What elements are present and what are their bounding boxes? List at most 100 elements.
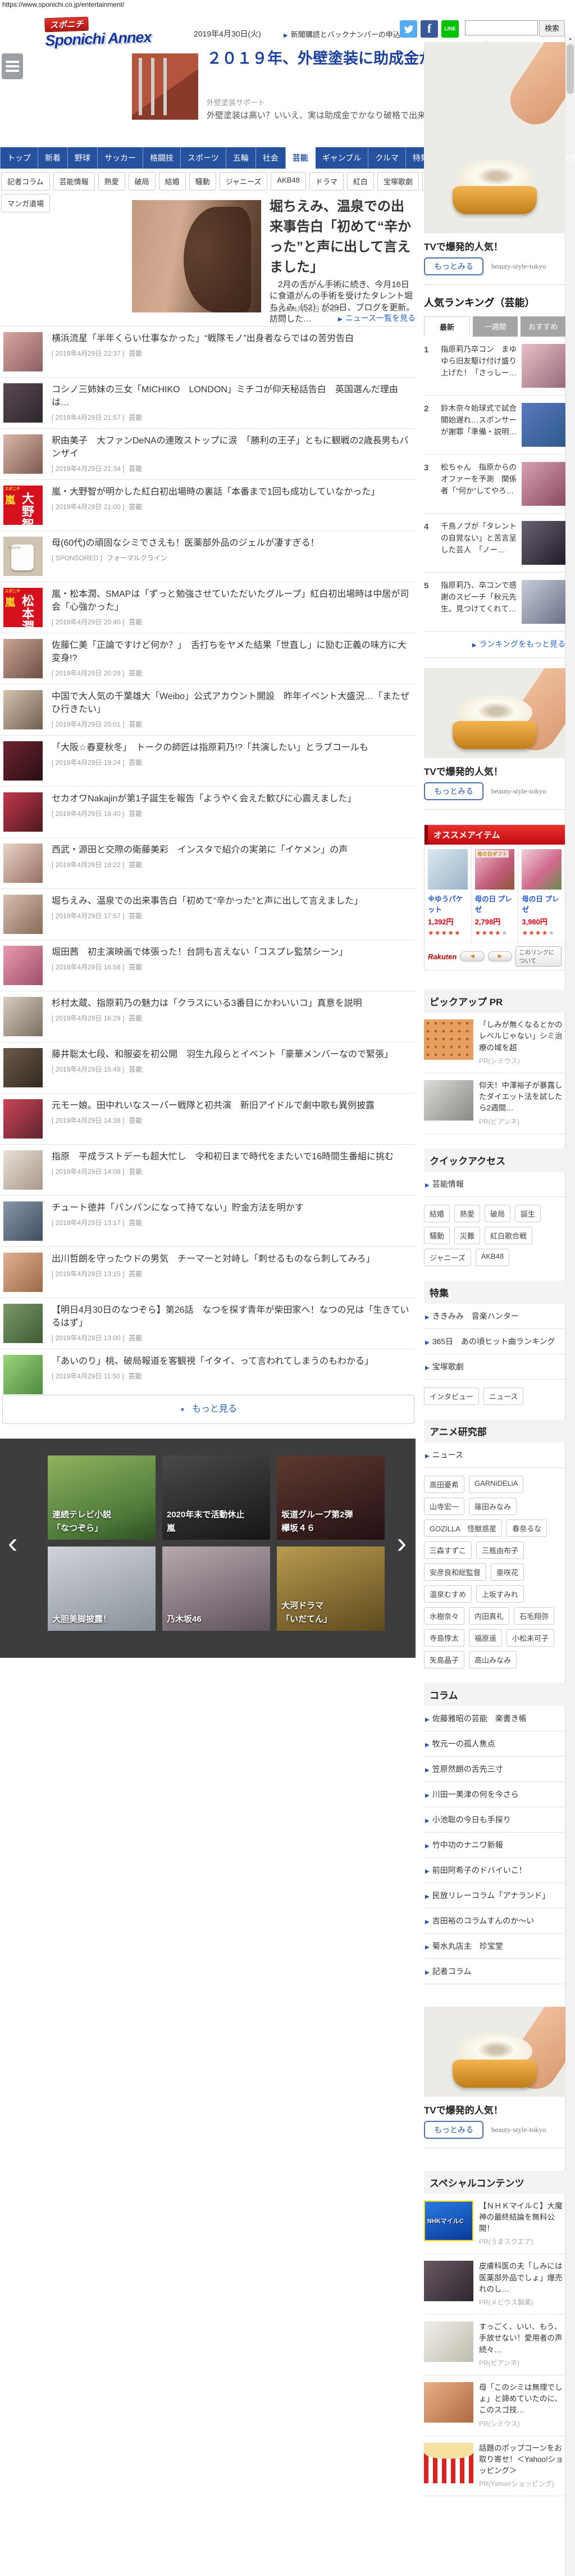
ranking-item-title[interactable]: 千鳥ノブが「タレントの自覚ない」と苦言呈した芸人 「ノー… <box>441 521 517 565</box>
list-item[interactable]: コシノ三姉妹の三女「MICHIKO LONDON」ミチコが仰天秘話告白 英国選ん… <box>0 378 416 429</box>
tag-button[interactable]: 騒動 <box>424 1227 450 1244</box>
tag-button[interactable]: 上坂すみれ <box>476 1585 524 1603</box>
column-link[interactable]: ▶川田一美津の何を今さら <box>424 1782 565 1807</box>
line-icon[interactable]: LINE <box>441 20 459 38</box>
subnav-item[interactable]: ジャニーズ <box>220 172 268 191</box>
article-title[interactable]: 出川哲朗を守ったウドの男気 チーマーと対峙し「刺せるものなら刺してみろ」 <box>52 1253 375 1266</box>
product-card[interactable]: 母の日 プレゼ 3,980円 ★★★★★ <box>518 845 565 942</box>
nav-item-sports[interactable]: スポーツ <box>181 147 226 169</box>
carousel-tile[interactable]: 乃木坂46 <box>162 1546 270 1631</box>
article-title[interactable]: 堀田茜 初主演映画で体張った！台詞も言えない「コスプレ監禁シーン」 <box>52 946 348 959</box>
tag-button[interactable]: AKB48 <box>476 1249 509 1266</box>
nav-item-olympic[interactable]: 五輪 <box>226 147 256 169</box>
nav-item-baseball[interactable]: 野球 <box>68 147 98 169</box>
scrollbar-thumb[interactable] <box>567 44 574 94</box>
ad-more-button[interactable]: もっとみる <box>424 2121 483 2139</box>
nav-item-top[interactable]: トップ <box>0 147 38 169</box>
special-item[interactable]: 母「このシミは無理でしょ」と諦めていたのに、このスゴ技…PR(シミウス) <box>424 2375 565 2436</box>
tag-button[interactable]: GARNiDELiA <box>469 1476 523 1493</box>
anime-news-link[interactable]: ▶ニュース <box>424 1443 565 1468</box>
nav-item-gamble[interactable]: ギャンブル <box>316 147 369 169</box>
subnav-item[interactable]: 結婚 <box>159 172 186 191</box>
product-name[interactable]: 母の日 プレゼ <box>522 893 562 914</box>
list-item[interactable]: 「あいのり」桃、破局報道を客観視「イタイ、って言われてしまうのもわかる」 [ 2… <box>0 1349 416 1400</box>
scrollbar[interactable]: ▲ <box>565 34 575 2576</box>
tag-button[interactable]: 春奈るな <box>506 1520 547 1537</box>
list-item[interactable]: 元モー娘。田中れいなスーパー戦隊と初共演 新旧アイドルで劇中歌も異例披露 [ 2… <box>0 1094 416 1145</box>
list-item-sponsored[interactable]: SimiTRY 母(60代)の頑固なシミでさえも！医薬部外品のジェルが凄すぎる！… <box>0 531 416 582</box>
tag-button[interactable]: 三森すずこ <box>424 1541 472 1559</box>
load-more-button[interactable]: ▼もっと見る <box>2 1395 414 1424</box>
carousel-tile[interactable]: 2020年末で活動休止嵐 <box>162 1455 270 1540</box>
list-item[interactable]: 横浜流星「半年くらい仕事なかった」“戦隊モノ”出身者ならではの苦労告白 [ 20… <box>0 326 416 378</box>
tokushu-link[interactable]: ▶ききみみ 音楽ハンター <box>424 1304 565 1329</box>
article-title[interactable]: 中国で大人気の千葉雄大「Weibo」公式アカウント開設 昨年イベント大盛況…「ま… <box>52 690 412 716</box>
tab-latest[interactable]: 最新 <box>424 316 470 337</box>
tag-button[interactable]: 安彦良和総監督 <box>424 1563 486 1581</box>
ranking-item[interactable]: 5 指原莉乃、卒コンで感謝のスピーチ「秋元先生。見つけてくれて… <box>424 573 565 632</box>
list-item[interactable]: 釈由美子 大ファンDeNAの連敗ストップに涙 「勝利の王子」ともに観戦の2歳長男… <box>0 429 416 480</box>
tag-button[interactable]: 山寺宏一 <box>424 1498 464 1515</box>
subnav-item[interactable]: 芸能情報 <box>53 172 95 191</box>
tag-button[interactable]: 寺島惇太 <box>424 1629 464 1647</box>
nav-item-society[interactable]: 社会 <box>256 147 286 169</box>
article-title[interactable]: 藤井聡太七段、和服姿を初公開 羽生九段らとイベント「豪華メンバーなので緊張」 <box>52 1048 393 1061</box>
ranking-item-title[interactable]: 鈴木奈々始球式で試合開始遅れ…スポンサーが謝罪「準備・説明… <box>441 403 517 447</box>
article-title[interactable]: コシノ三姉妹の三女「MICHIKO LONDON」ミチコが仰天秘話告白 英国選ん… <box>52 383 412 409</box>
tag-button[interactable]: 災難 <box>454 1227 480 1244</box>
pager-prev-button[interactable]: ◀ <box>460 951 484 962</box>
article-title[interactable]: 母(60代)の頑固なシミでさえも！医薬部外品のジェルが凄すぎる！ <box>52 537 319 550</box>
article-title[interactable]: 「あいのり」桃、破局報道を客観視「イタイ、って言われてしまうのもわかる」 <box>52 1355 373 1368</box>
column-link[interactable]: ▶佐藤雅昭の芸能 楽書き帳 <box>424 1706 565 1731</box>
list-item[interactable]: スポニチ 嵐 大野智 嵐・大野智が明かした紅白初出場時の裏話「本番まで1回も成功… <box>0 480 416 531</box>
nav-item-soccer[interactable]: サッカー <box>98 147 143 169</box>
article-title[interactable]: 元モー娘。田中れいなスーパー戦隊と初共演 新旧アイドルで劇中歌も異例披露 <box>52 1099 375 1112</box>
article-title[interactable]: 西武・源田と交際の衛藤美彩 インスタで紹介の実弟に「イケメン」の声 <box>52 843 348 856</box>
tag-button[interactable]: 温泉むすめ <box>424 1585 472 1603</box>
ranking-more-link[interactable]: ▶ランキングをもっと見る <box>424 632 565 658</box>
tag-button[interactable]: 水樹奈々 <box>424 1607 464 1625</box>
twitter-icon[interactable] <box>400 20 417 38</box>
ad-image[interactable] <box>424 2007 565 2097</box>
article-title[interactable]: 釈由美子 大ファンDeNAの連敗ストップに涙 「勝利の王子」ともに観戦の2歳長男… <box>52 434 412 460</box>
facebook-icon[interactable]: f <box>421 20 438 38</box>
subnav-item[interactable]: 記者コラム <box>1 172 50 191</box>
scroll-up-icon[interactable]: ▲ <box>565 34 575 44</box>
ad-image[interactable] <box>424 42 565 233</box>
special-title[interactable]: 【ＮＨＫマイルＣ】大魔神の最終結論を無料公開！PR(うまスクエア) <box>479 2201 565 2247</box>
tag-button[interactable]: 高山みなみ <box>469 1651 517 1668</box>
nav-item-new[interactable]: 新着 <box>38 147 68 169</box>
tag-button[interactable]: 小松未可子 <box>506 1629 554 1647</box>
list-item[interactable]: 杉村太蔵、指原莉乃の魅力は「クラスにいる3番目にかわいいコ」真意を説明 [ 20… <box>0 991 416 1042</box>
tag-button[interactable]: 誕生 <box>515 1205 541 1222</box>
tag-button[interactable]: 矢島晶子 <box>424 1651 464 1668</box>
subscribe-link[interactable]: ▶新聞購読とバックナンバーの申込み <box>284 29 408 39</box>
article-title[interactable]: 堀ちえみ、温泉での出来事告白「初めて“辛かった”と声に出して言えました」 <box>52 895 363 908</box>
ranking-item[interactable]: 1 指原莉乃卒コン まゆゆら旧友駆け付け盛り上げた！「さっしー… <box>424 337 565 396</box>
column-link[interactable]: ▶竹中功のナニワ新報 <box>424 1833 565 1858</box>
pager-next-button[interactable]: ▶ <box>488 951 512 962</box>
list-item[interactable]: 【明日4月30日のなつぞら】第26話 なつを探す青年が柴田家へ！なつの兄は「生き… <box>0 1298 416 1349</box>
list-item[interactable]: 指原 平成ラストデーも超大忙し 令和初日まで時代をまたいで16時間生番組に挑む … <box>0 1145 416 1196</box>
list-item[interactable]: セカオワNakajinが第1子誕生を報告「ようやく会えた歓びに心震えました」 [… <box>0 787 416 838</box>
list-item[interactable]: 中国で大人気の千葉雄大「Weibo」公式アカウント開設 昨年イベント大盛況…「ま… <box>0 684 416 736</box>
search-input[interactable] <box>465 20 538 35</box>
article-title[interactable]: 「大阪☆春夏秋冬」 トークの師匠は指原莉乃!?「共演したい」とラブコールも <box>52 741 368 754</box>
special-title[interactable]: 話題のポップコーンをお取り寄せ！＜Yahoo!ショッピング＞PR(Yahoo!シ… <box>479 2443 565 2489</box>
list-item[interactable]: 佐藤仁美「正論ですけど何か？」 舌打ちをヤメた結果「世直し」に励む正義の味方に大… <box>0 633 416 684</box>
ad-headline[interactable]: TVで爆発的人気！ <box>424 764 565 778</box>
article-title[interactable]: 指原 平成ラストデーも超大忙し 令和初日まで時代をまたいで16時間生番組に挑む <box>52 1150 394 1163</box>
list-item[interactable]: 堀田茜 初主演映画で体張った！台詞も言えない「コスプレ監禁シーン」 [ 2019… <box>0 940 416 991</box>
ad-more-button[interactable]: もっとみる <box>424 782 483 800</box>
top-ad-image[interactable] <box>132 53 198 120</box>
column-link[interactable]: ▶記者コラム <box>424 1959 565 1984</box>
article-title[interactable]: 横浜流星「半年くらい仕事なかった」“戦隊モノ”出身者ならではの苦労告白 <box>52 332 354 345</box>
article-title[interactable]: 杉村太蔵、指原莉乃の魅力は「クラスにいる3番目にかわいいコ」真意を説明 <box>52 997 362 1010</box>
carousel-next-icon[interactable]: › <box>397 1529 407 1558</box>
carousel-tile[interactable]: 坂道グループ第2弾欅坂４６ <box>277 1455 385 1540</box>
nav-item-car[interactable]: クルマ <box>368 147 406 169</box>
featured-article-title[interactable]: 堀ちえみ、温泉での出来事告白「初めて“辛かった”と声に出して言えました」 <box>270 197 417 278</box>
column-link[interactable]: ▶笠原然朗の舌先三寸 <box>424 1757 565 1782</box>
tag-button[interactable]: インタビュー <box>424 1387 479 1405</box>
special-title[interactable]: 皮膚科医の夫「しみには医薬部外品でしょ」爆売れのし…PR(メビウス製薬) <box>479 2261 565 2307</box>
